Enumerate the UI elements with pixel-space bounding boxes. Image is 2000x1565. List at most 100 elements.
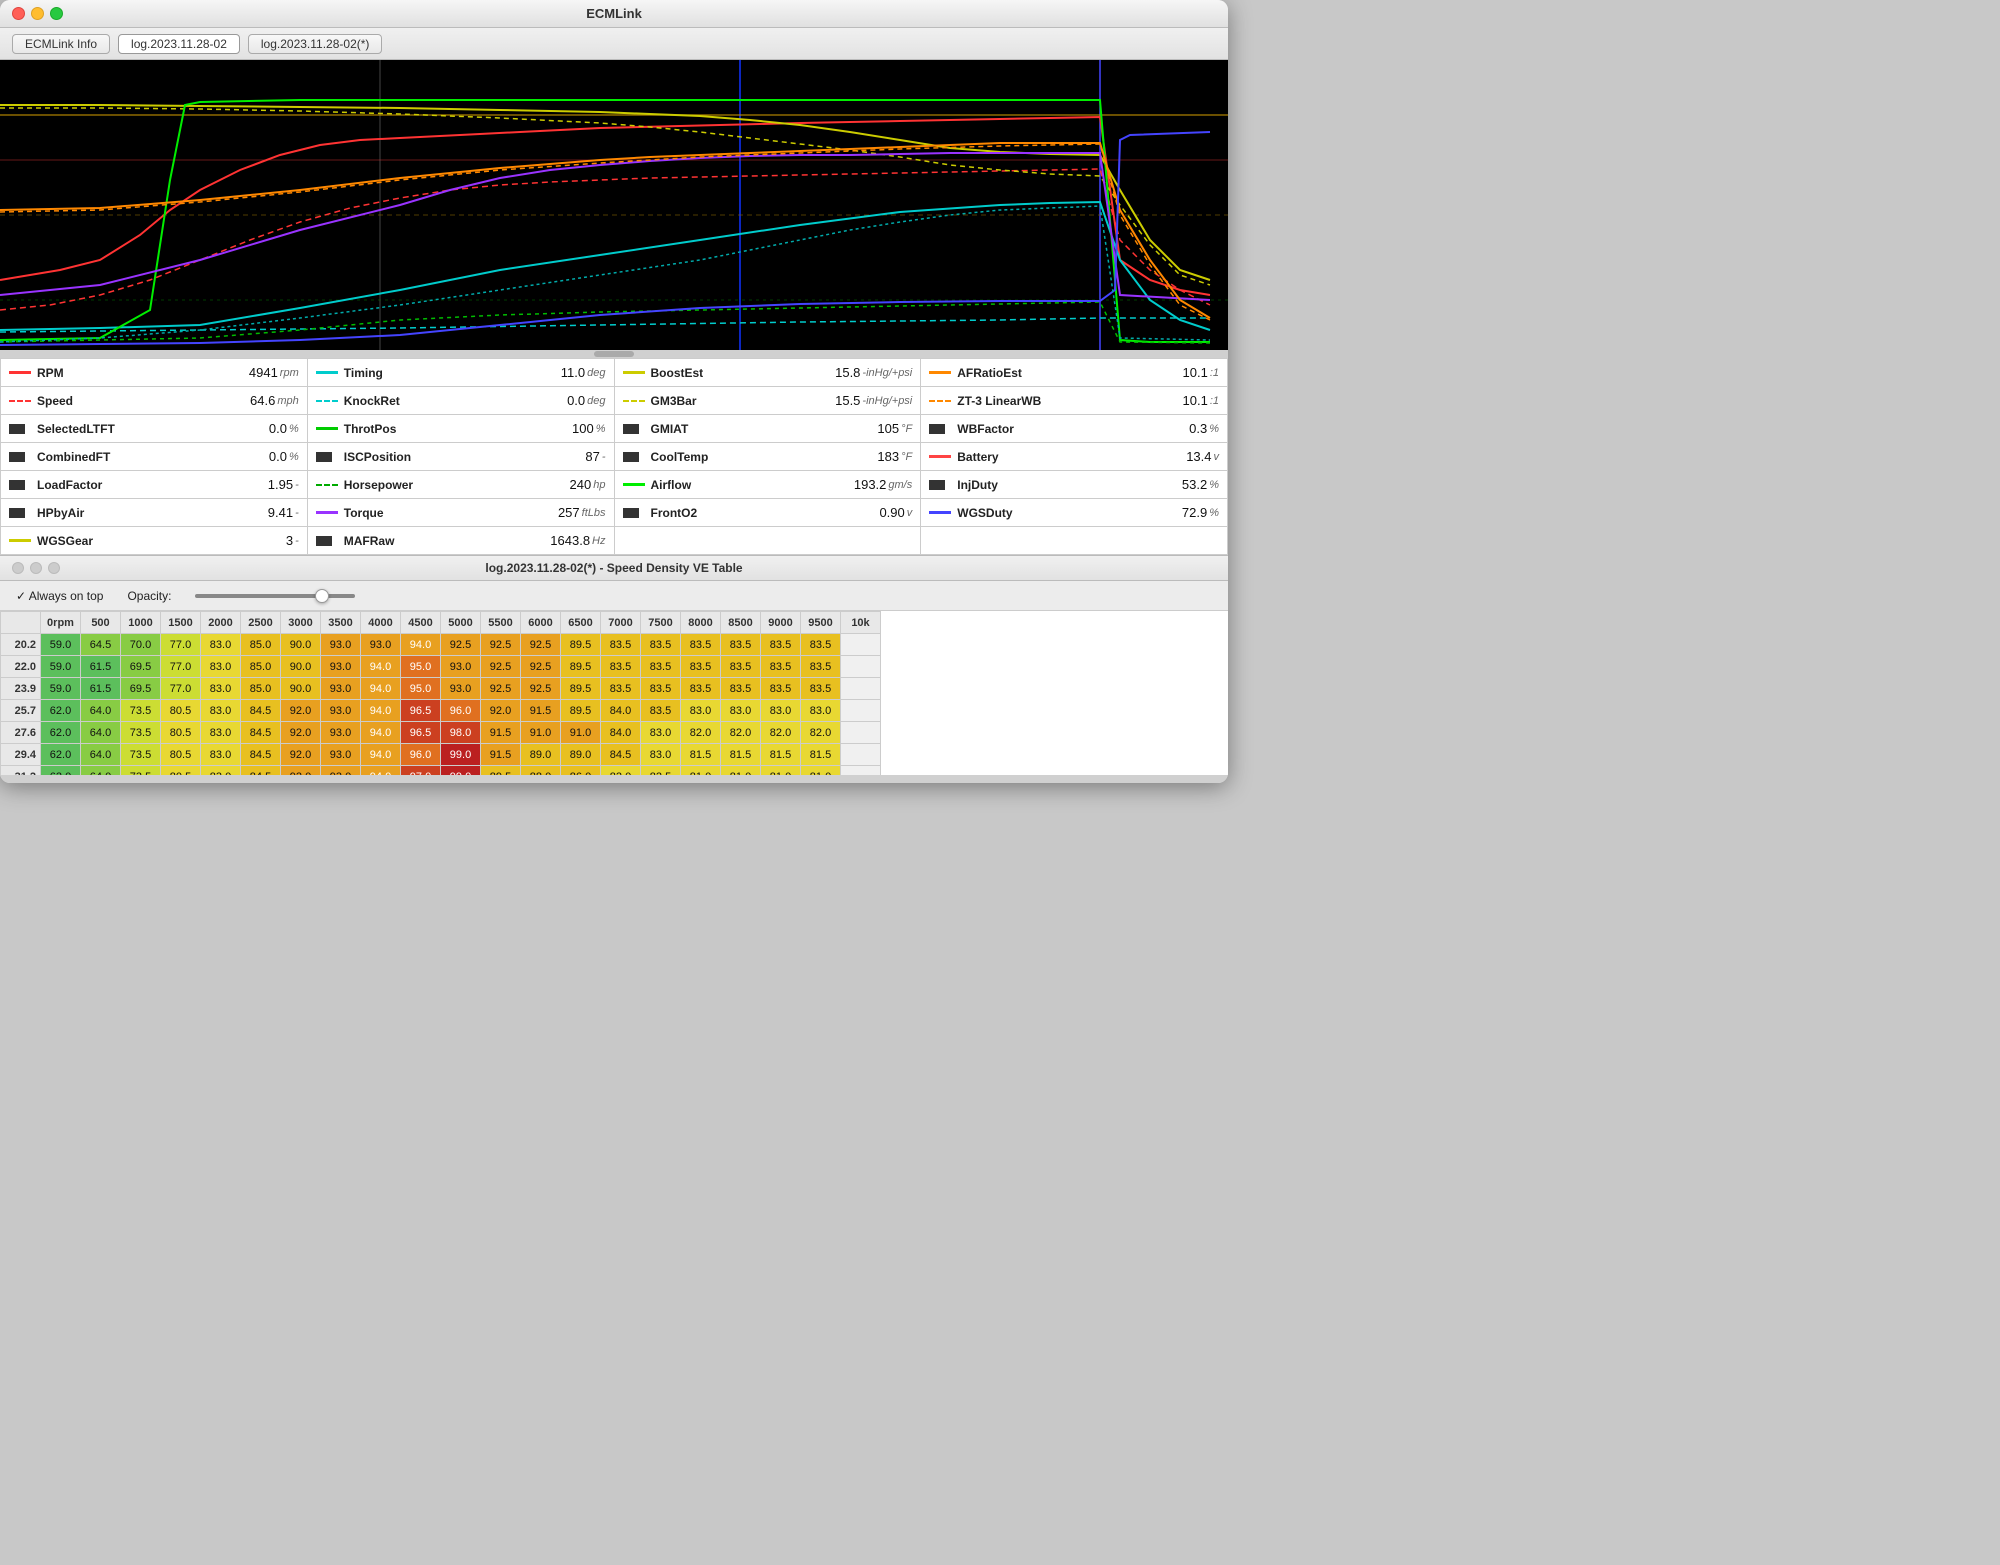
- table-cell-r3-c18[interactable]: 83.0: [761, 700, 801, 722]
- table-cell-r3-c12[interactable]: 91.5: [521, 700, 561, 722]
- table-cell-r3-c16[interactable]: 83.0: [681, 700, 721, 722]
- table-cell-r5-c7[interactable]: 93.0: [321, 744, 361, 766]
- table-cell-r2-c6[interactable]: 90.0: [281, 678, 321, 700]
- table-cell-r3-c20[interactable]: [841, 700, 881, 722]
- table-cell-r1-c1[interactable]: 61.5: [81, 656, 121, 678]
- table-cell-r5-c15[interactable]: 83.0: [641, 744, 681, 766]
- opacity-slider[interactable]: [195, 594, 355, 598]
- table-cell-r5-c20[interactable]: [841, 744, 881, 766]
- table-cell-r6-c4[interactable]: 83.0: [201, 766, 241, 776]
- table-cell-r3-c19[interactable]: 83.0: [801, 700, 841, 722]
- table-cell-r3-c2[interactable]: 73.5: [121, 700, 161, 722]
- table-cell-r2-c12[interactable]: 92.5: [521, 678, 561, 700]
- table-cell-r4-c16[interactable]: 82.0: [681, 722, 721, 744]
- table-cell-r3-c15[interactable]: 83.5: [641, 700, 681, 722]
- table-cell-r5-c0[interactable]: 62.0: [41, 744, 81, 766]
- table-cell-r6-c15[interactable]: 82.5: [641, 766, 681, 776]
- table-cell-r5-c12[interactable]: 89.0: [521, 744, 561, 766]
- table-cell-r0-c3[interactable]: 77.0: [161, 634, 201, 656]
- table-cell-r1-c8[interactable]: 94.0: [361, 656, 401, 678]
- table-cell-r6-c10[interactable]: 99.0: [441, 766, 481, 776]
- table-cell-r6-c7[interactable]: 93.0: [321, 766, 361, 776]
- always-on-top-checkbox[interactable]: ✓ Always on top: [16, 589, 103, 603]
- table-cell-r0-c1[interactable]: 64.5: [81, 634, 121, 656]
- table-cell-r6-c19[interactable]: 81.0: [801, 766, 841, 776]
- table-cell-r6-c16[interactable]: 81.0: [681, 766, 721, 776]
- table-cell-r1-c3[interactable]: 77.0: [161, 656, 201, 678]
- table-cell-r0-c12[interactable]: 92.5: [521, 634, 561, 656]
- bottom-scrollbar[interactable]: [0, 775, 1228, 783]
- table-cell-r0-c20[interactable]: [841, 634, 881, 656]
- table-cell-r5-c4[interactable]: 83.0: [201, 744, 241, 766]
- table-cell-r1-c0[interactable]: 59.0: [41, 656, 81, 678]
- table-cell-r6-c8[interactable]: 94.0: [361, 766, 401, 776]
- table-cell-r5-c8[interactable]: 94.0: [361, 744, 401, 766]
- table-cell-r4-c8[interactable]: 94.0: [361, 722, 401, 744]
- close-button[interactable]: [12, 7, 25, 20]
- table-cell-r2-c0[interactable]: 59.0: [41, 678, 81, 700]
- table-cell-r0-c10[interactable]: 92.5: [441, 634, 481, 656]
- table-cell-r2-c11[interactable]: 92.5: [481, 678, 521, 700]
- maximize-button[interactable]: [50, 7, 63, 20]
- table-cell-r4-c11[interactable]: 91.5: [481, 722, 521, 744]
- table-cell-r3-c4[interactable]: 83.0: [201, 700, 241, 722]
- table-cell-r2-c20[interactable]: [841, 678, 881, 700]
- table-cell-r4-c14[interactable]: 84.0: [601, 722, 641, 744]
- tab-second[interactable]: log.2023.11.28-02(*): [248, 34, 383, 54]
- table-cell-r4-c19[interactable]: 82.0: [801, 722, 841, 744]
- table-cell-r1-c4[interactable]: 83.0: [201, 656, 241, 678]
- table-cell-r2-c15[interactable]: 83.5: [641, 678, 681, 700]
- minimize-button[interactable]: [31, 7, 44, 20]
- table-cell-r3-c11[interactable]: 92.0: [481, 700, 521, 722]
- table-cell-r2-c19[interactable]: 83.5: [801, 678, 841, 700]
- table-cell-r0-c9[interactable]: 94.0: [401, 634, 441, 656]
- table-cell-r0-c11[interactable]: 92.5: [481, 634, 521, 656]
- table-cell-r1-c7[interactable]: 93.0: [321, 656, 361, 678]
- table-cell-r2-c8[interactable]: 94.0: [361, 678, 401, 700]
- table-cell-r6-c9[interactable]: 97.0: [401, 766, 441, 776]
- table-cell-r0-c16[interactable]: 83.5: [681, 634, 721, 656]
- table-cell-r1-c6[interactable]: 90.0: [281, 656, 321, 678]
- table-cell-r2-c2[interactable]: 69.5: [121, 678, 161, 700]
- table-cell-r3-c3[interactable]: 80.5: [161, 700, 201, 722]
- table-cell-r1-c20[interactable]: [841, 656, 881, 678]
- table-cell-r6-c17[interactable]: 81.0: [721, 766, 761, 776]
- table-cell-r0-c4[interactable]: 83.0: [201, 634, 241, 656]
- table-cell-r5-c6[interactable]: 92.0: [281, 744, 321, 766]
- table-cell-r6-c5[interactable]: 84.5: [241, 766, 281, 776]
- table-cell-r4-c4[interactable]: 83.0: [201, 722, 241, 744]
- table-cell-r1-c13[interactable]: 89.5: [561, 656, 601, 678]
- table-cell-r6-c1[interactable]: 64.0: [81, 766, 121, 776]
- table-cell-r6-c11[interactable]: 89.5: [481, 766, 521, 776]
- table-cell-r1-c9[interactable]: 95.0: [401, 656, 441, 678]
- table-cell-r1-c10[interactable]: 93.0: [441, 656, 481, 678]
- table-cell-r6-c2[interactable]: 73.5: [121, 766, 161, 776]
- table-cell-r6-c3[interactable]: 80.5: [161, 766, 201, 776]
- table-cell-r1-c18[interactable]: 83.5: [761, 656, 801, 678]
- table-cell-r2-c14[interactable]: 83.5: [601, 678, 641, 700]
- table-cell-r4-c10[interactable]: 98.0: [441, 722, 481, 744]
- table-cell-r3-c9[interactable]: 96.5: [401, 700, 441, 722]
- table-cell-r6-c6[interactable]: 92.0: [281, 766, 321, 776]
- table-cell-r4-c9[interactable]: 96.5: [401, 722, 441, 744]
- table-cell-r0-c5[interactable]: 85.0: [241, 634, 281, 656]
- table-cell-r2-c17[interactable]: 83.5: [721, 678, 761, 700]
- table-cell-r4-c7[interactable]: 93.0: [321, 722, 361, 744]
- table-cell-r1-c5[interactable]: 85.0: [241, 656, 281, 678]
- table-cell-r5-c9[interactable]: 96.0: [401, 744, 441, 766]
- table-cell-r2-c18[interactable]: 83.5: [761, 678, 801, 700]
- table-cell-r5-c16[interactable]: 81.5: [681, 744, 721, 766]
- table-cell-r2-c10[interactable]: 93.0: [441, 678, 481, 700]
- table-cell-r2-c13[interactable]: 89.5: [561, 678, 601, 700]
- chart-scrollbar-thumb[interactable]: [594, 351, 634, 357]
- table-cell-r2-c1[interactable]: 61.5: [81, 678, 121, 700]
- table-cell-r0-c15[interactable]: 83.5: [641, 634, 681, 656]
- table-cell-r0-c6[interactable]: 90.0: [281, 634, 321, 656]
- table-cell-r5-c19[interactable]: 81.5: [801, 744, 841, 766]
- table-cell-r2-c16[interactable]: 83.5: [681, 678, 721, 700]
- table-cell-r5-c14[interactable]: 84.5: [601, 744, 641, 766]
- table-cell-r3-c10[interactable]: 96.0: [441, 700, 481, 722]
- table-cell-r1-c2[interactable]: 69.5: [121, 656, 161, 678]
- table-cell-r5-c10[interactable]: 99.0: [441, 744, 481, 766]
- table-cell-r4-c0[interactable]: 62.0: [41, 722, 81, 744]
